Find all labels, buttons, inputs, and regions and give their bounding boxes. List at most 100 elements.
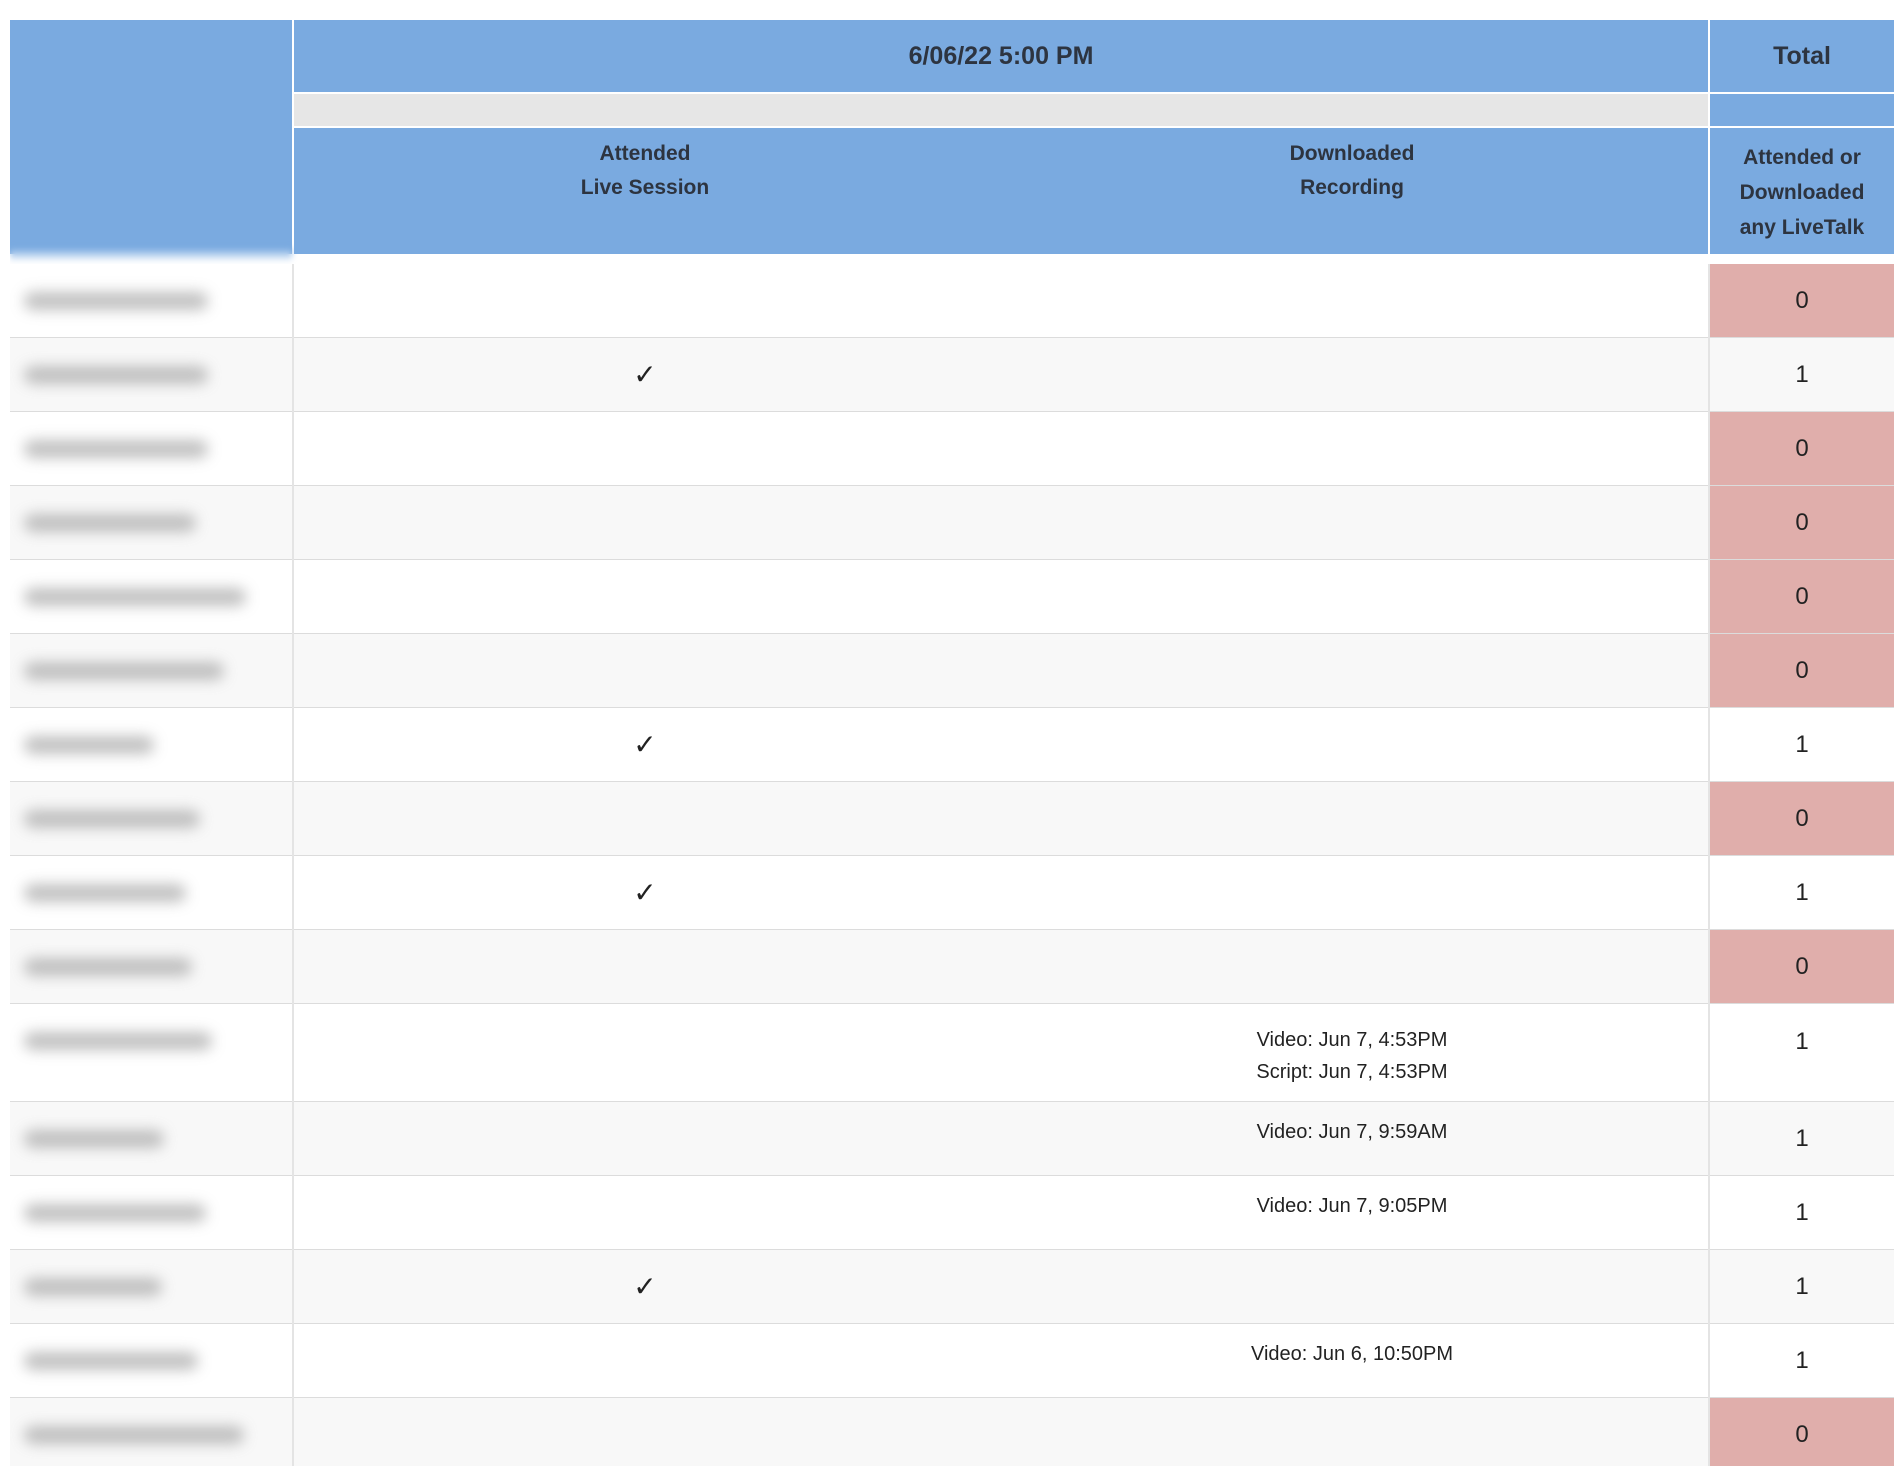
- recording-entry: Video: Jun 7, 9:05PM: [1256, 1195, 1448, 1217]
- recording-cell: [996, 1412, 1708, 1444]
- student-name-cell: [10, 1398, 292, 1466]
- redacted-name: [24, 958, 192, 976]
- total-cell: 1: [1710, 708, 1894, 781]
- recording-cell: Video: Jun 7, 9:59AM: [996, 1116, 1708, 1148]
- column-header-total-line3: any LiveTalk: [1739, 215, 1865, 239]
- table-row: ✓ 1: [10, 708, 1894, 782]
- total-value: 1: [1795, 1028, 1809, 1055]
- total-value: 0: [1795, 582, 1809, 610]
- total-cell: 0: [1710, 1398, 1894, 1466]
- recording-entry: Video: Jun 7, 4:53PM: [1256, 1029, 1448, 1051]
- name-header-fade: [10, 248, 292, 262]
- checkmark-icon: ✓: [633, 729, 657, 760]
- total-title: Total: [1773, 41, 1831, 70]
- redacted-name: [24, 1032, 212, 1050]
- redacted-name: [24, 1426, 244, 1444]
- total-value: 0: [1795, 508, 1809, 536]
- attended-cell: [294, 1398, 996, 1466]
- column-header-total-line1: Attended or: [1743, 145, 1861, 169]
- student-name-cell: [10, 856, 292, 929]
- attended-cell: [294, 1324, 996, 1397]
- attended-cell: [294, 264, 996, 337]
- recording-cell: [996, 278, 1708, 310]
- student-name-cell: [10, 1176, 292, 1249]
- student-name-cell: [10, 1102, 292, 1175]
- total-cell: 0: [1710, 412, 1894, 485]
- redacted-name: [24, 1204, 206, 1222]
- attended-cell: [294, 1102, 996, 1175]
- recording-cell: [996, 1264, 1708, 1296]
- column-header-total-line2: Downloaded: [1739, 180, 1865, 204]
- session-subheader-band: [294, 94, 1708, 126]
- attended-cell: [294, 634, 996, 707]
- redacted-name: [24, 1352, 198, 1370]
- recording-cell: [996, 796, 1708, 828]
- total-cell: 0: [1710, 634, 1894, 707]
- table-row: 0: [10, 264, 1894, 338]
- recording-cell: [996, 870, 1708, 902]
- total-value: 1: [1795, 1198, 1809, 1226]
- total-cell: 1: [1710, 338, 1894, 411]
- total-cell: 0: [1710, 782, 1894, 855]
- student-name-cell: [10, 1324, 292, 1397]
- redacted-name: [24, 736, 154, 754]
- attended-cell: [294, 930, 996, 1003]
- total-value: 1: [1795, 360, 1809, 388]
- redacted-name: [24, 884, 186, 902]
- redacted-name: [24, 366, 208, 384]
- total-value: 0: [1795, 286, 1809, 314]
- total-value: 0: [1795, 434, 1809, 462]
- student-name-cell: [10, 338, 292, 411]
- attended-cell: [294, 1004, 996, 1101]
- table-row: Video: Jun 7, 4:53PM Script: Jun 7, 4:53P…: [10, 1004, 1894, 1102]
- table-row: 0: [10, 412, 1894, 486]
- student-name-cell: [10, 560, 292, 633]
- recording-cell: Video: Jun 7, 9:05PM: [996, 1190, 1708, 1222]
- column-header-attended-line2: Live Session: [580, 176, 710, 199]
- attended-cell: [294, 560, 996, 633]
- table-row: 0: [10, 1398, 1894, 1466]
- table-row: Video: Jun 7, 9:59AM 1: [10, 1102, 1894, 1176]
- attended-cell: [294, 782, 996, 855]
- total-cell: 1: [1710, 1324, 1894, 1397]
- column-header-attended: Attended Live Session: [294, 136, 996, 206]
- table-row: ✓ 1: [10, 1250, 1894, 1324]
- redacted-name: [24, 1130, 164, 1148]
- recording-cell: Video: Jun 7, 4:53PM Script: Jun 7, 4:53P…: [996, 1024, 1708, 1088]
- recording-cell: [996, 722, 1708, 754]
- table-row: ✓ 1: [10, 856, 1894, 930]
- total-cell: 1: [1710, 1004, 1894, 1101]
- total-cell: 1: [1710, 1102, 1894, 1175]
- session-title: 6/06/22 5:00 PM: [908, 41, 1094, 70]
- total-value: 1: [1795, 1272, 1809, 1300]
- column-header-downloaded: Downloaded Recording: [996, 136, 1708, 206]
- table-row: 0: [10, 486, 1894, 560]
- column-header-downloaded-line1: Downloaded: [1289, 142, 1415, 165]
- table-row: 0: [10, 930, 1894, 1004]
- attended-cell: [294, 1176, 996, 1249]
- total-value: 0: [1795, 804, 1809, 832]
- recording-entry: Video: Jun 7, 9:59AM: [1256, 1121, 1448, 1143]
- student-name-cell: [10, 782, 292, 855]
- redacted-name: [24, 662, 224, 680]
- name-column-header: [10, 20, 292, 254]
- attended-cell: [294, 412, 996, 485]
- column-header-total: Attended or Downloaded any LiveTalk: [1710, 138, 1894, 246]
- redacted-name: [24, 1278, 162, 1296]
- table-row: Video: Jun 6, 10:50PM 1: [10, 1324, 1894, 1398]
- checkmark-icon: ✓: [633, 877, 657, 908]
- redacted-name: [24, 514, 196, 532]
- total-value: 0: [1795, 1420, 1809, 1448]
- total-value: 0: [1795, 952, 1809, 980]
- table-row: ✓ 1: [10, 338, 1894, 412]
- checkmark-icon: ✓: [633, 359, 657, 390]
- redacted-name: [24, 588, 246, 606]
- recording-entry: Script: Jun 7, 4:53PM: [1256, 1061, 1448, 1083]
- student-name-cell: [10, 486, 292, 559]
- total-cell: 0: [1710, 486, 1894, 559]
- redacted-name: [24, 440, 208, 458]
- student-name-cell: [10, 264, 292, 337]
- total-value: 1: [1795, 1346, 1809, 1374]
- recording-cell: [996, 944, 1708, 976]
- attended-cell: ✓: [294, 1250, 996, 1323]
